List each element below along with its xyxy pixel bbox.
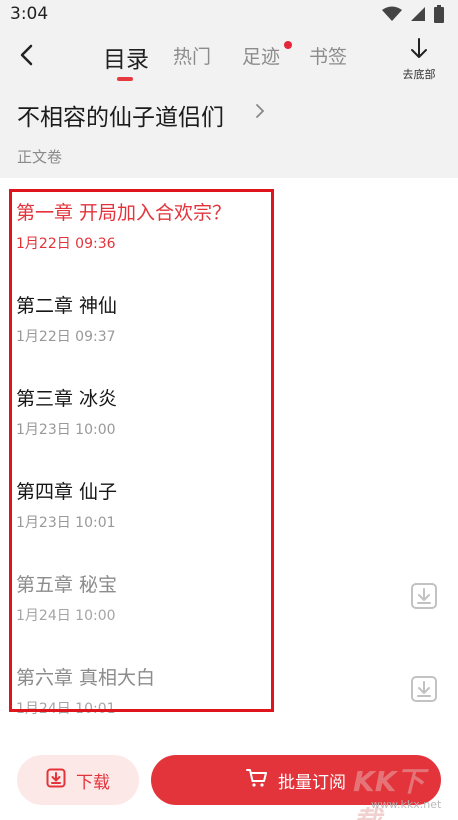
download-icon — [46, 768, 66, 792]
chapter-item[interactable]: 第三章 冰炎 1月23日 10:00 — [0, 364, 458, 457]
chapter-title: 第一章 开局加入合欢宗？ — [16, 202, 232, 224]
chapter-title: 第四章 仙子 — [16, 481, 118, 503]
chapter-title: 第三章 冰炎 — [16, 388, 118, 410]
chapter-date: 1月23日 10:00 — [16, 422, 116, 438]
battery-icon — [434, 5, 444, 27]
chapter-date: 1月24日 10:00 — [16, 608, 116, 624]
tab-bookmarks[interactable]: 书签 — [309, 42, 347, 69]
tab-hot[interactable]: 热门 — [173, 42, 211, 69]
cart-icon — [246, 768, 268, 792]
book-title[interactable]: 不相容的仙子道侣们 — [17, 98, 224, 132]
chapter-item[interactable]: 第二章 神仙 1月22日 09:37 — [0, 271, 458, 364]
chapter-title: 第六章 真相大白 — [16, 667, 156, 689]
wifi-icon — [382, 6, 402, 26]
chapter-date: 1月22日 09:37 — [16, 329, 116, 345]
batch-subscribe-label: 批量订阅 — [278, 772, 346, 793]
chapter-date: 1月24日 10:01 — [16, 701, 116, 717]
chapter-item[interactable]: 第六章 真相大白 1月24日 10:01 — [0, 643, 458, 736]
download-button[interactable]: 下载 — [17, 755, 139, 805]
chapter-date: 1月23日 10:01 — [16, 515, 116, 531]
chevron-right-icon[interactable] — [255, 103, 265, 123]
chapter-list: 第一章 开局加入合欢宗？ 1月22日 09:36 第二章 神仙 1月22日 09… — [0, 178, 458, 738]
history-badge-dot — [284, 41, 292, 49]
nav-bar: 目录 热门 足迹 书签 去底部 — [0, 28, 458, 86]
chapter-item[interactable]: 第四章 仙子 1月23日 10:01 — [0, 457, 458, 550]
tab-history[interactable]: 足迹 — [242, 42, 280, 69]
chapter-title: 第二章 神仙 — [16, 295, 118, 317]
tab-active-indicator — [117, 77, 133, 81]
signal-icon — [410, 6, 426, 26]
chapter-title: 第五章 秘宝 — [16, 574, 118, 596]
back-button[interactable] — [10, 40, 44, 74]
arrow-down-icon — [409, 38, 429, 64]
back-arrow-icon — [16, 44, 38, 70]
status-time: 3:04 — [10, 4, 49, 24]
chapter-item[interactable]: 第一章 开局加入合欢宗？ 1月22日 09:36 — [0, 178, 458, 271]
go-bottom-label: 去底部 — [402, 68, 436, 81]
chapter-item[interactable]: 第五章 秘宝 1月24日 10:00 — [0, 550, 458, 643]
tab-catalog[interactable]: 目录 — [103, 40, 149, 74]
bottom-bar: 下载 批量订阅 — [0, 738, 458, 820]
go-bottom-button[interactable]: 去底部 — [396, 38, 442, 84]
download-icon[interactable] — [410, 675, 438, 703]
download-icon[interactable] — [410, 582, 438, 610]
batch-subscribe-button[interactable]: 批量订阅 — [151, 755, 441, 805]
status-bar: 3:04 — [0, 0, 458, 28]
download-button-label: 下载 — [76, 772, 110, 793]
volume-name: 正文卷 — [17, 148, 63, 166]
status-icons — [382, 5, 444, 27]
book-header: 不相容的仙子道侣们 正文卷 — [0, 86, 458, 178]
chapter-date: 1月22日 09:36 — [16, 236, 116, 252]
